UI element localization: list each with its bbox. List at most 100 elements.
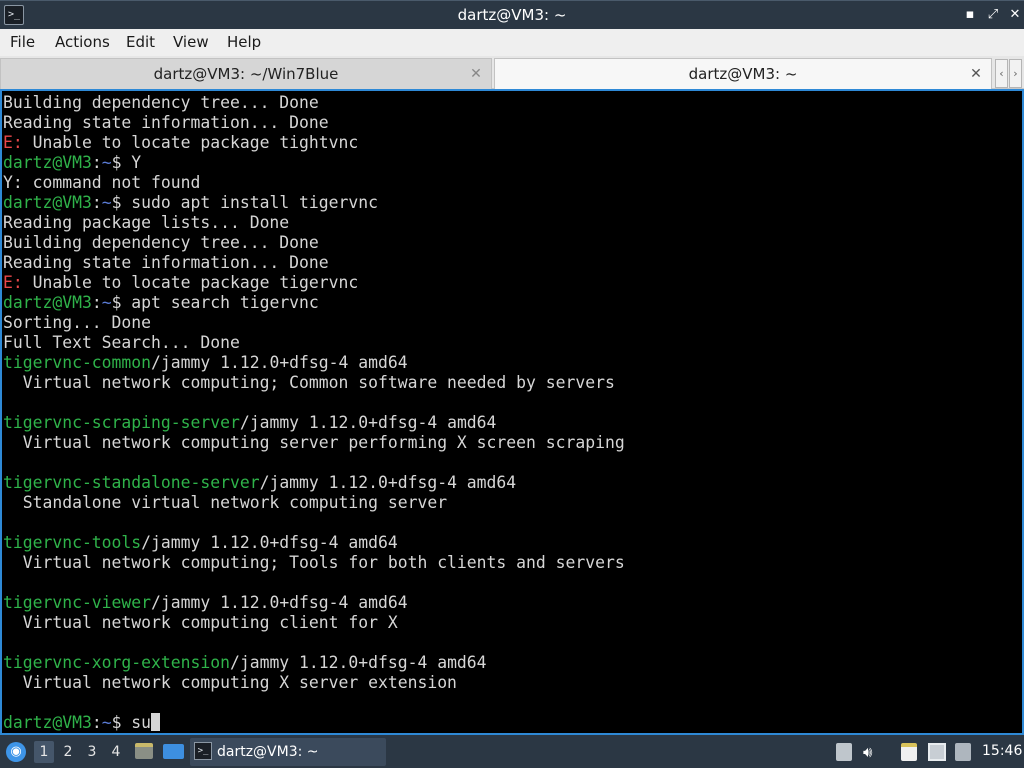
task-button-terminal[interactable]: >_ dartz@VM3: ~ [190, 738, 386, 766]
terminal-text: tigervnc-viewer [3, 593, 152, 612]
terminal-text: tigervnc-common [3, 353, 152, 372]
terminal-line: Virtual network computing; Tools for bot… [3, 553, 625, 573]
tab-close-icon[interactable]: ✕ [969, 59, 983, 89]
workspace-2[interactable]: 2 [58, 741, 78, 763]
terminal-text: Full Text Search... Done [3, 333, 240, 352]
terminal-line: Full Text Search... Done [3, 333, 625, 353]
terminal-line: dartz@VM3:~$ su [3, 713, 625, 733]
terminal-line: tigervnc-tools/jammy 1.12.0+dfsg-4 amd64 [3, 533, 625, 553]
tab-scroll-left-button[interactable]: ‹ [995, 59, 1008, 88]
tab-home[interactable]: dartz@VM3: ~ ✕ [494, 58, 992, 89]
terminal-line: E: Unable to locate package tightvnc [3, 133, 625, 153]
terminal-text: $ Y [111, 153, 142, 172]
menu-bar: File Actions Edit View Help [0, 29, 1024, 56]
terminal-line: dartz@VM3:~$ Y [3, 153, 625, 173]
terminal-text: $ su [111, 713, 152, 732]
terminal-line: dartz@VM3:~$ sudo apt install tigervnc [3, 193, 625, 213]
terminal-text: ~ [101, 713, 112, 732]
network-icon[interactable] [928, 743, 946, 761]
volume-icon[interactable]: 🔊︎ [863, 743, 881, 761]
terminal-text: Virtual network computing X server exten… [3, 673, 457, 692]
terminal-line: Virtual network computing client for X [3, 613, 625, 633]
terminal-text: Virtual network computing; Tools for bot… [3, 553, 625, 572]
terminal-line: tigervnc-common/jammy 1.12.0+dfsg-4 amd6… [3, 353, 625, 373]
terminal-text: Unable to locate package tigervnc [22, 273, 359, 292]
clock[interactable]: 15:46 [982, 735, 1022, 768]
menu-view[interactable]: View [173, 29, 209, 56]
terminal-text: : [91, 153, 102, 172]
tab-close-icon[interactable]: ✕ [469, 59, 483, 89]
terminal-line: E: Unable to locate package tigervnc [3, 273, 625, 293]
prompt-user: dartz@VM3 [3, 193, 92, 212]
terminal-text: Standalone virtual network computing ser… [3, 493, 448, 512]
terminal-text: Virtual network computing; Common softwa… [3, 373, 615, 392]
terminal-text: tigervnc-scraping-server [3, 413, 240, 432]
terminal-text: /jammy 1.12.0+dfsg-4 amd64 [141, 533, 398, 552]
maximize-button[interactable]: ⤢ [984, 5, 1002, 25]
terminal-text: : [91, 293, 102, 312]
menu-file[interactable]: File [10, 29, 35, 56]
terminal-view[interactable]: Building dependency tree... Done Reading … [0, 89, 1024, 735]
terminal-line: Virtual network computing; Common softwa… [3, 373, 625, 393]
terminal-text: Virtual network computing server perform… [3, 433, 625, 452]
tab-label: dartz@VM3: ~ [688, 65, 798, 83]
tab-scroll-right-button[interactable]: › [1009, 59, 1022, 88]
terminal-line: Building dependency tree... Done [3, 233, 625, 253]
terminal-text: tigervnc-xorg-extension [3, 653, 230, 672]
prompt-user: dartz@VM3 [3, 293, 92, 312]
terminal-text: /jammy 1.12.0+dfsg-4 amd64 [229, 653, 487, 672]
window-title: dartz@VM3: ~ [457, 6, 567, 24]
update-notifier-icon[interactable] [955, 743, 971, 761]
tab-label: dartz@VM3: ~/Win7Blue [153, 65, 339, 83]
terminal-text: Unable to locate package tightvnc [22, 133, 359, 152]
clipboard-icon[interactable] [901, 743, 917, 761]
terminal-text: Reading state information... Done [3, 113, 329, 132]
tab-win7blue[interactable]: dartz@VM3: ~/Win7Blue ✕ [0, 58, 492, 89]
menu-edit[interactable]: Edit [126, 29, 155, 56]
terminal-text: ~ [101, 153, 112, 172]
error-label: E: [3, 133, 23, 152]
minimize-button[interactable]: ▪ [961, 5, 979, 25]
menu-help[interactable]: Help [227, 29, 261, 56]
terminal-line: Sorting... Done [3, 313, 625, 333]
task-label: dartz@VM3: ~ [217, 744, 319, 760]
prompt-user: dartz@VM3 [3, 713, 92, 732]
terminal-text: /jammy 1.12.0+dfsg-4 amd64 [151, 593, 408, 612]
menu-actions[interactable]: Actions [55, 29, 110, 56]
terminal-line: Building dependency tree... Done [3, 93, 625, 113]
workspace-1[interactable]: 1 [34, 741, 54, 763]
terminal-output: Building dependency tree... Done Reading … [3, 93, 625, 733]
title-bar: >_ dartz@VM3: ~ ▪ ⤢ ✕ [0, 0, 1024, 29]
terminal-text: : [91, 193, 102, 212]
workspace-3[interactable]: 3 [82, 741, 102, 763]
terminal-line: Reading state information... Done [3, 253, 625, 273]
terminal-text: $ sudo apt install tigervnc [111, 193, 378, 212]
workspace-4[interactable]: 4 [106, 741, 126, 763]
terminal-text: /jammy 1.12.0+dfsg-4 amd64 [259, 473, 517, 492]
terminal-line: Standalone virtual network computing ser… [3, 493, 625, 513]
prompt-user: dartz@VM3 [3, 153, 92, 172]
lubuntu-start-icon[interactable]: ◉ [6, 742, 26, 762]
terminal-text: Virtual network computing client for X [3, 613, 398, 632]
terminal-text: Sorting... Done [3, 313, 152, 332]
terminal-text: tigervnc-standalone-server [3, 473, 260, 492]
file-manager-icon[interactable] [135, 743, 153, 759]
terminal-text: $ apt search tigervnc [111, 293, 319, 312]
terminal-line: Virtual network computing X server exten… [3, 673, 625, 693]
terminal-line: Reading state information... Done [3, 113, 625, 133]
terminal-text: Building dependency tree... Done [3, 233, 319, 252]
tab-bar: dartz@VM3: ~/Win7Blue ✕ dartz@VM3: ~ ✕ ‹… [0, 56, 1024, 89]
text-cursor [151, 713, 161, 731]
terminal-text: /jammy 1.12.0+dfsg-4 amd64 [239, 413, 497, 432]
cursor-icon[interactable] [836, 743, 852, 761]
error-label: E: [3, 273, 23, 292]
close-button[interactable]: ✕ [1006, 5, 1024, 25]
terminal-text: Reading package lists... Done [3, 213, 290, 232]
show-desktop-icon[interactable] [163, 744, 184, 759]
terminal-text: Reading state information... Done [3, 253, 329, 272]
